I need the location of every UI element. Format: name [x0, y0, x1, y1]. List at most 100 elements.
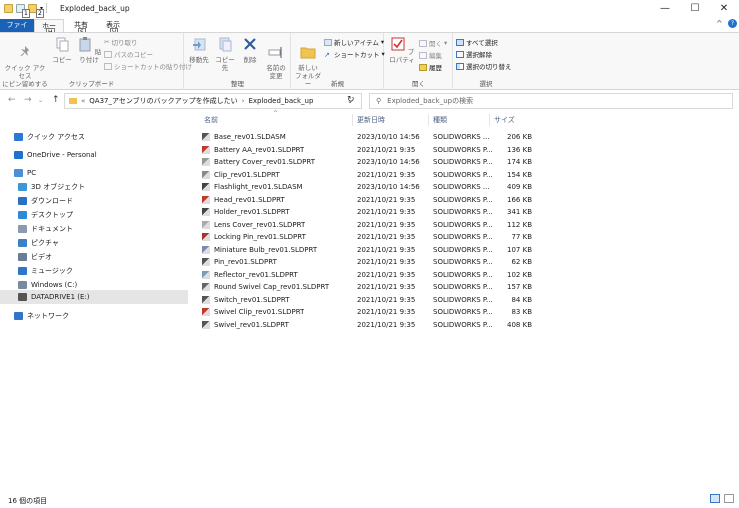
address-bar[interactable]: « QA37_アセンブリのバックアップを作成したい › Exploded_bac…: [64, 93, 362, 109]
cut-button[interactable]: ✂ 切り取り: [104, 37, 137, 47]
select-none-icon: [456, 50, 464, 58]
column-header-date[interactable]: 更新日時: [353, 112, 428, 128]
nav-item[interactable]: PC: [0, 166, 188, 180]
select-all-button[interactable]: すべて選択: [456, 37, 498, 47]
nav-item[interactable]: デスクトップ: [0, 208, 188, 222]
file-row[interactable]: Lens Cover_rev01.SLDPRT 2021/10/21 9:35 SO…: [196, 219, 536, 232]
details-view-icon[interactable]: [710, 494, 720, 503]
tab-file[interactable]: ファイル: [0, 19, 34, 41]
nav-item[interactable]: OneDrive - Personal: [0, 148, 188, 162]
file-row[interactable]: Swivel Clip_rev01.SLDPRT 2021/10/21 9:35 S…: [196, 306, 536, 319]
maximize-button[interactable]: ☐: [680, 1, 710, 16]
copy-button[interactable]: コピー: [52, 36, 72, 64]
nav-item[interactable]: ドキュメント: [0, 222, 188, 236]
nav-item[interactable]: クイック アクセス: [0, 130, 188, 144]
file-size: 62 KB: [511, 258, 532, 267]
copy-to-button[interactable]: コピー先: [213, 36, 237, 72]
nav-item[interactable]: ミュージック: [0, 264, 188, 278]
file-row[interactable]: Swivel_rev01.SLDPRT 2021/10/21 9:35 SOLIDW…: [196, 319, 536, 332]
new-group-label: 新規: [331, 80, 344, 88]
overflow-chevron-icon[interactable]: «: [81, 97, 85, 105]
clipboard-group: クイック アクセス にピン留めする コピー 貼り付け ✂ 切り取り パスのコピー …: [0, 33, 192, 90]
nav-item[interactable]: 3D オブジェクト: [0, 180, 188, 194]
file-row[interactable]: Base_rev01.SLDASM 2023/10/10 14:56 SOLIDWO…: [196, 131, 536, 144]
file-date: 2021/10/21 9:35: [357, 320, 416, 329]
move-to-button[interactable]: 移動先: [187, 36, 211, 64]
file-row[interactable]: Holder_rev01.SLDPRT 2021/10/21 9:35 SOLIDW…: [196, 206, 536, 219]
search-placeholder: Exploded_back_upの検索: [387, 97, 474, 105]
properties-button[interactable]: プロパティ: [387, 36, 417, 64]
select-none-button[interactable]: 選択解除: [456, 49, 492, 59]
chevron-down-icon[interactable]: ⌄: [38, 97, 43, 104]
item-count: 16 個の項目: [8, 497, 48, 505]
file-row[interactable]: Flashlight_rev01.SLDASM 2023/10/10 14:56 S…: [196, 181, 536, 194]
file-date: 2021/10/21 9:35: [357, 245, 416, 254]
delete-button[interactable]: 削除: [241, 36, 259, 64]
file-size: 157 KB: [507, 283, 532, 292]
column-date-label: 更新日時: [357, 116, 385, 124]
refresh-icon[interactable]: ↻: [347, 95, 355, 105]
edit-button[interactable]: 編集: [419, 50, 442, 60]
file-row[interactable]: Clip_rev01.SLDPRT 2021/10/21 9:35 SOLIDWOR…: [196, 169, 536, 182]
column-header-type[interactable]: 種類: [429, 112, 489, 128]
solidworks-file-icon: [202, 233, 210, 242]
solidworks-file-icon: [202, 220, 210, 229]
folder-icon: [69, 98, 77, 104]
breadcrumb-root[interactable]: QA37_アセンブリのバックアップを作成したい: [89, 96, 237, 106]
file-row[interactable]: Pin_rev01.SLDPRT 2021/10/21 9:35 SOLIDWORK…: [196, 256, 536, 269]
file-name: Clip_rev01.SLDPRT: [214, 170, 280, 179]
file-row[interactable]: Head_rev01.SLDPRT 2021/10/21 9:35 SOLIDWOR…: [196, 194, 536, 207]
drive-icon: [18, 293, 27, 301]
file-row[interactable]: Miniature Bulb_rev01.SLDPRT 2021/10/21 9:…: [196, 244, 536, 257]
up-arrow-icon[interactable]: ↑: [52, 95, 60, 105]
large-icons-view-icon[interactable]: [724, 494, 734, 503]
pc-icon: [14, 169, 23, 177]
file-row[interactable]: Round Swivel Cap_rev01.SLDPRT 2021/10/21 …: [196, 281, 536, 294]
file-name: Holder_rev01.SLDPRT: [214, 208, 290, 217]
shortcut-icon: ↗: [324, 50, 330, 59]
copy-to-icon: [219, 37, 232, 52]
easy-access-button[interactable]: ↗ ショートカット ▾: [324, 49, 385, 59]
file-row[interactable]: Battery AA_rev01.SLDPRT 2021/10/21 9:35 SO…: [196, 144, 536, 157]
breadcrumb-separator-icon[interactable]: ›: [242, 97, 245, 105]
history-button[interactable]: 履歴: [419, 62, 442, 72]
paste-shortcut-button[interactable]: ショートカットの貼り付け: [104, 61, 192, 71]
file-date: 2021/10/21 9:35: [357, 308, 416, 317]
invert-selection-button[interactable]: 選択の切り替え: [456, 61, 512, 71]
forward-arrow-icon[interactable]: →: [24, 95, 32, 105]
rename-button[interactable]: 名前の 変更: [263, 36, 289, 80]
file-date: 2021/10/21 9:35: [357, 233, 416, 242]
nav-item-label: ミュージック: [31, 267, 73, 275]
search-input[interactable]: ⚲ Exploded_back_upの検索: [369, 93, 733, 109]
paste-icon: [79, 37, 91, 52]
move-to-label: 移動先: [189, 56, 209, 64]
column-type-label: 種類: [433, 116, 447, 124]
file-row[interactable]: Reflector_rev01.SLDPRT 2021/10/21 9:35 SOL…: [196, 269, 536, 282]
file-row[interactable]: Battery Cover_rev01.SLDPRT 2023/10/10 14:…: [196, 156, 536, 169]
file-date: 2023/10/10 14:56: [357, 183, 420, 192]
minimize-button[interactable]: —: [650, 1, 680, 16]
nav-item[interactable]: ビデオ: [0, 250, 188, 264]
copy-path-label: パスのコピー: [114, 51, 153, 59]
copy-path-button[interactable]: パスのコピー: [104, 49, 153, 59]
file-date: 2021/10/21 9:35: [357, 195, 416, 204]
file-row[interactable]: Locking Pin_rev01.SLDPRT 2021/10/21 9:35 S…: [196, 231, 536, 244]
nav-item[interactable]: ダウンロード: [0, 194, 188, 208]
open-group: プロパティ 開く ▾ 編集 履歴 開く: [385, 33, 453, 90]
open-button[interactable]: 開く ▾: [419, 38, 447, 48]
nav-item[interactable]: ネットワーク: [0, 309, 188, 323]
close-button[interactable]: ✕: [709, 1, 739, 16]
help-icon[interactable]: ?: [728, 19, 737, 28]
new-item-button[interactable]: 新しいアイテム ▾: [324, 37, 384, 47]
back-arrow-icon[interactable]: ←: [8, 95, 16, 105]
address-bar-row: ← → ⌄ ↑ « QA37_アセンブリのバックアップを作成したい › Expl…: [0, 92, 739, 110]
paste-button[interactable]: 貼り付け: [74, 36, 104, 64]
nav-item[interactable]: DATADRIVE1 (E:): [0, 290, 188, 304]
file-row[interactable]: Switch_rev01.SLDPRT 2021/10/21 9:35 SOLIDW…: [196, 294, 536, 307]
chevron-up-icon[interactable]: ^: [716, 19, 723, 28]
column-header-size[interactable]: サイズ: [490, 112, 532, 128]
breadcrumb-current[interactable]: Exploded_back_up: [248, 97, 313, 105]
nav-item[interactable]: ピクチャ: [0, 236, 188, 250]
file-type: SOLIDWORKS P...: [433, 245, 493, 254]
file-name: Swivel Clip_rev01.SLDPRT: [214, 308, 305, 317]
